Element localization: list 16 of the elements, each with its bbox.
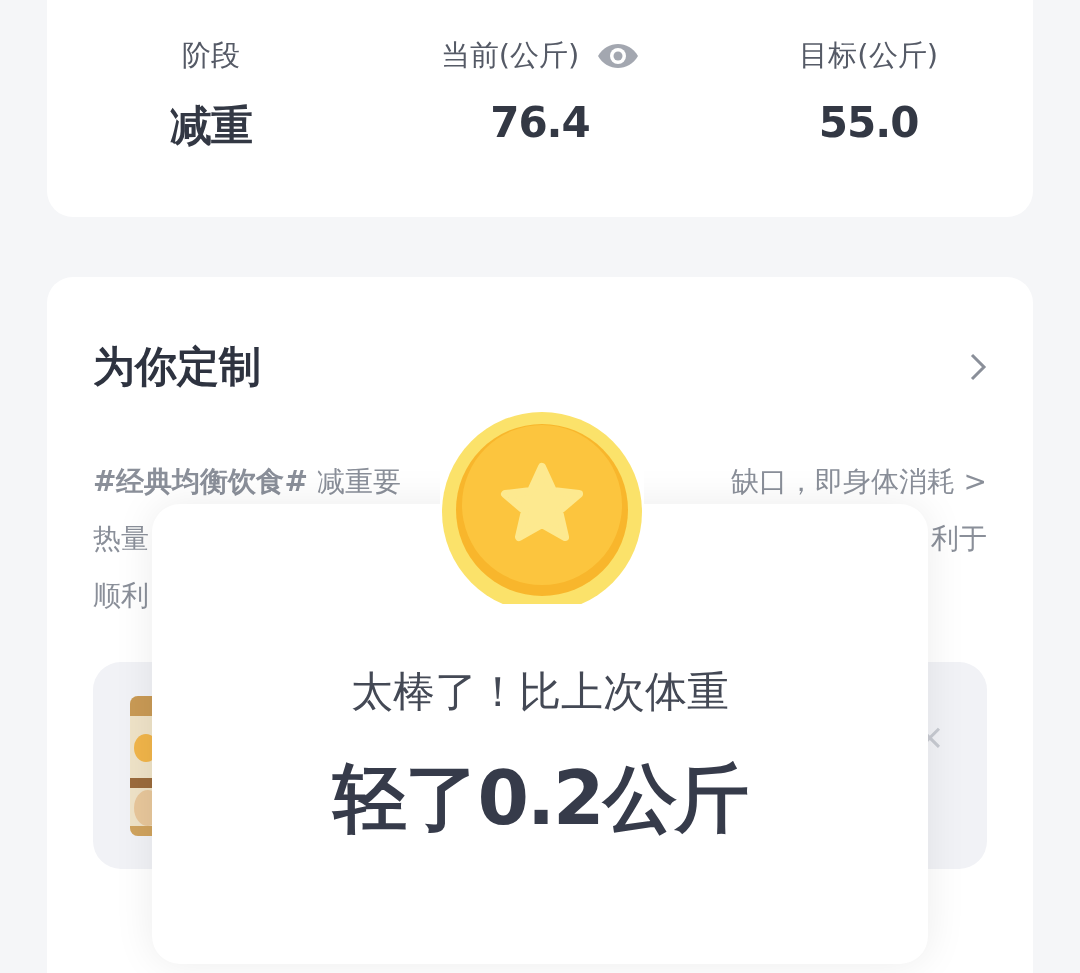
dialog-message: 太棒了！比上次体重 bbox=[351, 666, 729, 718]
stat-value: 减重 bbox=[170, 100, 253, 152]
description-text: 缺口，即身体消耗 > bbox=[730, 464, 987, 500]
description-text: 利于 bbox=[931, 521, 987, 557]
stat-value: 76.4 bbox=[490, 98, 590, 147]
stat-label: 当前(公斤) bbox=[440, 37, 580, 74]
stat-label: 目标(公斤) bbox=[799, 37, 938, 74]
section-title: 为你定制 bbox=[93, 341, 261, 393]
description-text: 顺利 bbox=[93, 578, 149, 614]
chevron-right-icon[interactable] bbox=[969, 352, 987, 382]
description-text: 热量 bbox=[93, 521, 149, 557]
stat-value: 55.0 bbox=[818, 98, 919, 147]
description-text: #经典均衡饮食# 减重要 bbox=[93, 464, 401, 500]
eye-icon[interactable] bbox=[597, 41, 640, 71]
dialog-result: 轻了0.2公斤 bbox=[333, 754, 747, 843]
stat-label: 阶段 bbox=[182, 37, 241, 74]
